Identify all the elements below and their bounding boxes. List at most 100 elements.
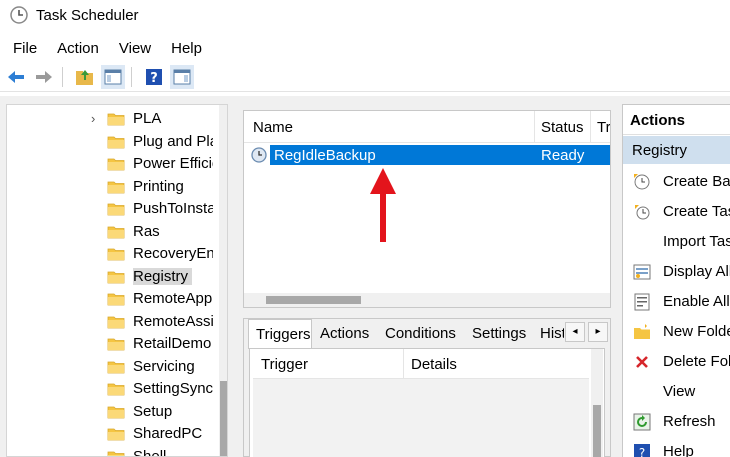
tab-scroll-left-button[interactable]: ◂ xyxy=(565,322,585,342)
menu-view[interactable]: View xyxy=(112,40,158,57)
forward-button[interactable] xyxy=(32,65,56,89)
tree-item[interactable]: RemoteApp xyxy=(7,288,219,310)
actions-section-registry[interactable]: Registry xyxy=(623,136,730,164)
tree-item[interactable]: RetailDemo xyxy=(7,333,219,355)
action-item-label: Help xyxy=(663,443,694,457)
chevron-right-icon[interactable]: › xyxy=(91,111,95,126)
tree-item[interactable]: Ras xyxy=(7,221,219,243)
toolbar: ? xyxy=(0,62,730,92)
toolbar-separator xyxy=(62,66,63,87)
folder-icon xyxy=(107,203,125,216)
action-item[interactable]: Delete Folder xyxy=(623,349,730,375)
tree-item[interactable]: Registry xyxy=(7,266,219,288)
tab-triggers[interactable]: Triggers xyxy=(248,319,312,349)
action-item[interactable]: Refresh xyxy=(623,409,730,435)
action-item[interactable]: Import Task xyxy=(623,229,730,255)
help-icon: ? xyxy=(634,444,650,457)
tab-scroll-right-button[interactable]: ▸ xyxy=(588,322,608,342)
tab-label: Triggers xyxy=(256,326,311,343)
delete-icon xyxy=(636,356,648,368)
help-button[interactable]: ? xyxy=(142,65,166,89)
new-folder-icon xyxy=(634,324,650,339)
folder-icon xyxy=(107,338,125,351)
show-hide-action-pane-button[interactable] xyxy=(170,64,194,89)
column-divider[interactable] xyxy=(590,111,591,143)
tree-item-label: Setup xyxy=(133,402,173,420)
column-status-header[interactable]: Status xyxy=(541,119,584,136)
menu-bar: File Action View Help xyxy=(0,36,209,60)
up-folder-icon xyxy=(76,69,93,85)
tree-item[interactable]: SettingSync xyxy=(7,378,219,400)
action-item[interactable]: New Folder xyxy=(623,319,730,345)
tree-item-label: RemoteAssistance xyxy=(133,312,213,330)
tree-item-label: Shell xyxy=(133,447,167,457)
tree-item[interactable]: RecoveryEnvironment xyxy=(7,243,219,265)
up-folder-button[interactable] xyxy=(73,65,97,89)
tree-item-label: RecoveryEnvironment xyxy=(133,245,213,262)
tree-item-label: Registry xyxy=(133,267,193,285)
action-item[interactable]: Display All Running Tasks xyxy=(623,259,730,285)
show-hide-tree-button[interactable] xyxy=(101,64,125,89)
tree-item[interactable]: RemoteAssistance xyxy=(7,311,219,333)
display-running-icon xyxy=(633,264,651,280)
create-basic-task-icon xyxy=(634,174,650,190)
tree-item-label: SettingSync xyxy=(133,380,213,397)
menu-action[interactable]: Action xyxy=(50,40,106,57)
tab-label: Settings xyxy=(472,325,527,342)
vertical-scrollbar[interactable] xyxy=(591,349,603,457)
tree-item-label: RemoteApp xyxy=(133,290,213,307)
scrollbar-thumb[interactable] xyxy=(266,296,361,304)
forward-arrow-icon xyxy=(36,70,52,83)
tree-item-label: Servicing xyxy=(133,357,195,375)
tree-item[interactable]: › PLA xyxy=(7,108,219,130)
tab-conditions[interactable]: Conditions xyxy=(385,319,456,348)
svg-text:?: ? xyxy=(150,71,158,86)
tree-item[interactable]: Shell xyxy=(7,446,219,457)
clock-icon xyxy=(10,6,28,24)
action-item[interactable]: Create Basic Task xyxy=(623,169,730,195)
tab-history[interactable]: Hist xyxy=(540,319,564,348)
create-task-icon xyxy=(635,205,650,220)
tree-item[interactable]: Printing xyxy=(7,176,219,198)
task-details-tabs: Triggers Actions Conditions Settings His… xyxy=(243,318,611,457)
tree-item-label: SharedPC xyxy=(133,425,203,442)
folder-icon xyxy=(107,406,125,418)
tab-settings[interactable]: Settings xyxy=(472,319,526,348)
tree-item[interactable]: Setup xyxy=(7,401,219,423)
back-button[interactable] xyxy=(4,65,28,89)
scrollbar-thumb[interactable] xyxy=(220,381,227,456)
actions-pane: Actions Registry Create Basic Task Create… xyxy=(622,104,730,457)
task-name: RegIdleBackup xyxy=(274,147,376,164)
tree-item[interactable]: Servicing xyxy=(7,356,219,378)
column-trigger-header[interactable]: Trigger xyxy=(261,356,308,373)
action-item[interactable]: ? Help xyxy=(623,439,730,457)
column-divider[interactable] xyxy=(403,349,404,379)
action-item[interactable]: Enable All Tasks History xyxy=(623,289,730,315)
tree-item[interactable]: PushToInstall xyxy=(7,198,219,220)
menu-help[interactable]: Help xyxy=(164,40,209,57)
column-details-header[interactable]: Details xyxy=(411,356,457,373)
horizontal-scrollbar[interactable] xyxy=(244,293,610,307)
task-list: Name Status Tr RegIdleBackup Ready xyxy=(243,110,611,308)
column-triggers-header[interactable]: Tr xyxy=(597,119,610,136)
tree-item-label: Power Efficiency xyxy=(133,155,213,172)
tab-actions[interactable]: Actions xyxy=(320,319,369,348)
tree-item-label: Ras xyxy=(133,222,160,240)
tab-label: Actions xyxy=(320,325,370,342)
tab-label: Conditions xyxy=(385,325,456,342)
column-name-header[interactable]: Name xyxy=(253,119,293,136)
tree-item[interactable]: Plug and Play xyxy=(7,131,219,153)
folder-icon xyxy=(107,316,125,328)
vertical-scrollbar[interactable] xyxy=(219,105,227,456)
action-item-label: View xyxy=(663,383,696,400)
column-divider[interactable] xyxy=(534,111,535,143)
scrollbar-thumb[interactable] xyxy=(593,405,601,457)
folder-icon xyxy=(107,361,125,373)
menu-file[interactable]: File xyxy=(6,40,44,57)
tree-item[interactable]: Power Efficiency xyxy=(7,153,219,175)
back-arrow-icon xyxy=(8,70,24,83)
action-item[interactable]: Create Task xyxy=(623,199,730,225)
action-item[interactable]: View xyxy=(623,379,730,405)
folder-icon xyxy=(107,383,125,396)
tree-item[interactable]: SharedPC xyxy=(7,423,219,445)
